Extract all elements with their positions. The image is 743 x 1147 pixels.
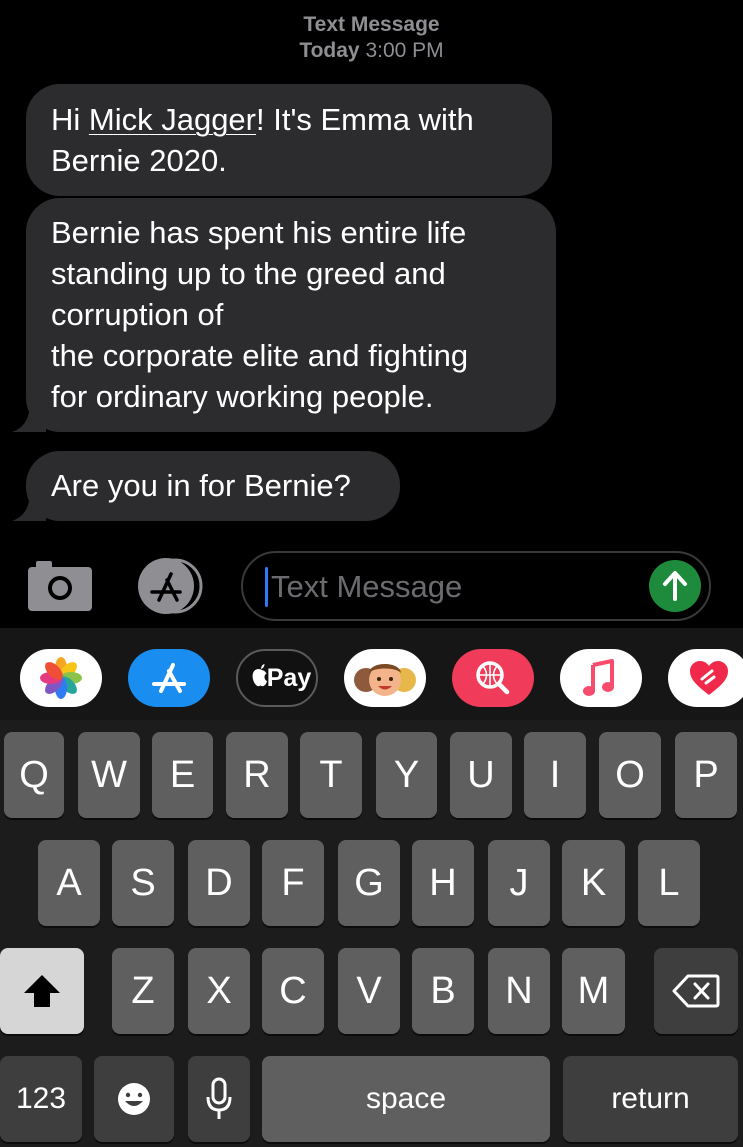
key-q[interactable]: Q xyxy=(4,732,64,818)
bubble-tail xyxy=(12,491,46,521)
message-bubble-2: Bernie has spent his entire life standin… xyxy=(12,198,556,432)
key-l[interactable]: L xyxy=(638,840,700,926)
key-p[interactable]: P xyxy=(675,732,737,818)
message-1-line-2: Bernie 2020. xyxy=(51,143,227,178)
message-2-line-5: for ordinary working people. xyxy=(51,379,434,414)
key-h[interactable]: H xyxy=(412,840,474,926)
key-x[interactable]: X xyxy=(188,948,250,1034)
timestamp-time: 3:00 PM xyxy=(365,39,444,62)
camera-icon xyxy=(28,561,92,611)
app-store-button[interactable] xyxy=(133,558,207,614)
delete-key[interactable] xyxy=(654,948,738,1034)
message-2-line-4: the corporate elite and fighting xyxy=(51,338,469,373)
memoji-app-button[interactable] xyxy=(344,649,426,707)
key-s[interactable]: S xyxy=(112,840,174,926)
key-g[interactable]: G xyxy=(338,840,400,926)
apple-pay-app-button[interactable]: Pay xyxy=(236,649,318,707)
key-w[interactable]: W xyxy=(78,732,140,818)
shift-arrow-icon xyxy=(24,975,60,1007)
message-2-line-3: corruption of xyxy=(51,297,224,332)
key-c[interactable]: C xyxy=(262,948,324,1034)
bubble-tail xyxy=(12,402,46,432)
key-k[interactable]: K xyxy=(562,840,625,926)
key-i[interactable]: I xyxy=(524,732,586,818)
emoji-icon xyxy=(118,1083,150,1115)
message-1-suffix: ! It's Emma with xyxy=(256,102,474,137)
key-o[interactable]: O xyxy=(599,732,661,818)
message-1-line-1: Hi Mick Jagger! It's Emma with xyxy=(51,99,527,140)
return-key[interactable]: return xyxy=(563,1056,738,1142)
apps-icon xyxy=(138,558,203,614)
microphone-icon xyxy=(206,1077,232,1119)
text-caret xyxy=(265,567,268,607)
dictation-key[interactable] xyxy=(188,1056,250,1142)
message-bubble-1: Hi Mick Jagger! It's Emma with Bernie 20… xyxy=(26,84,552,196)
message-bubble-3: Are you in for Bernie? xyxy=(12,451,400,521)
key-y[interactable]: Y xyxy=(376,732,437,818)
keyboard: Q W E R T Y U I O P A S D F G H J K L Z … xyxy=(0,720,743,1147)
photos-app-button[interactable] xyxy=(20,649,102,707)
key-b[interactable]: B xyxy=(412,948,474,1034)
imessage-app-strip: Pay xyxy=(0,628,743,720)
key-e[interactable]: E xyxy=(152,732,213,818)
key-a[interactable]: A xyxy=(38,840,100,926)
message-1-prefix: Hi xyxy=(51,102,89,137)
contact-name-link[interactable]: Mick Jagger xyxy=(89,102,256,137)
web-search-icon xyxy=(476,661,510,695)
key-n[interactable]: N xyxy=(488,948,550,1034)
shift-key[interactable] xyxy=(0,948,84,1034)
digital-touch-icon xyxy=(690,661,728,695)
service-label: Text Message xyxy=(303,13,440,36)
send-button[interactable] xyxy=(649,560,701,612)
camera-button[interactable] xyxy=(28,561,92,611)
conversation-header: Text Message Today 3:00 PM xyxy=(0,12,743,64)
message-input-placeholder: Text Message xyxy=(271,569,463,604)
digital-touch-app-button[interactable] xyxy=(668,649,743,707)
key-r[interactable]: R xyxy=(226,732,288,818)
music-app-button[interactable] xyxy=(560,649,642,707)
photos-icon xyxy=(40,657,82,699)
memoji-icon xyxy=(354,664,416,696)
arrow-up-icon xyxy=(663,571,687,601)
message-2-line-2: standing up to the greed and xyxy=(51,256,446,291)
space-key[interactable]: space xyxy=(262,1056,550,1142)
timestamp-day: Today xyxy=(299,39,360,62)
music-icon xyxy=(583,659,614,696)
timestamp: Today 3:00 PM xyxy=(0,38,743,64)
key-j[interactable]: J xyxy=(488,840,550,926)
key-m[interactable]: M xyxy=(562,948,625,1034)
key-t[interactable]: T xyxy=(300,732,362,818)
numbers-key[interactable]: 123 xyxy=(0,1056,82,1142)
message-input[interactable]: Text Message xyxy=(241,551,711,621)
web-search-app-button[interactable] xyxy=(452,649,534,707)
key-v[interactable]: V xyxy=(338,948,400,1034)
message-3-text: Are you in for Bernie? xyxy=(51,468,351,503)
apple-pay-label: Pay xyxy=(266,664,312,692)
key-u[interactable]: U xyxy=(450,732,512,818)
emoji-key[interactable] xyxy=(94,1056,174,1142)
key-f[interactable]: F xyxy=(262,840,324,926)
app-store-icon xyxy=(152,663,186,693)
key-z[interactable]: Z xyxy=(112,948,174,1034)
backspace-icon xyxy=(672,974,720,1008)
app-store-app-button[interactable] xyxy=(128,649,210,707)
key-d[interactable]: D xyxy=(188,840,250,926)
message-2-line-1: Bernie has spent his entire life xyxy=(51,215,467,250)
